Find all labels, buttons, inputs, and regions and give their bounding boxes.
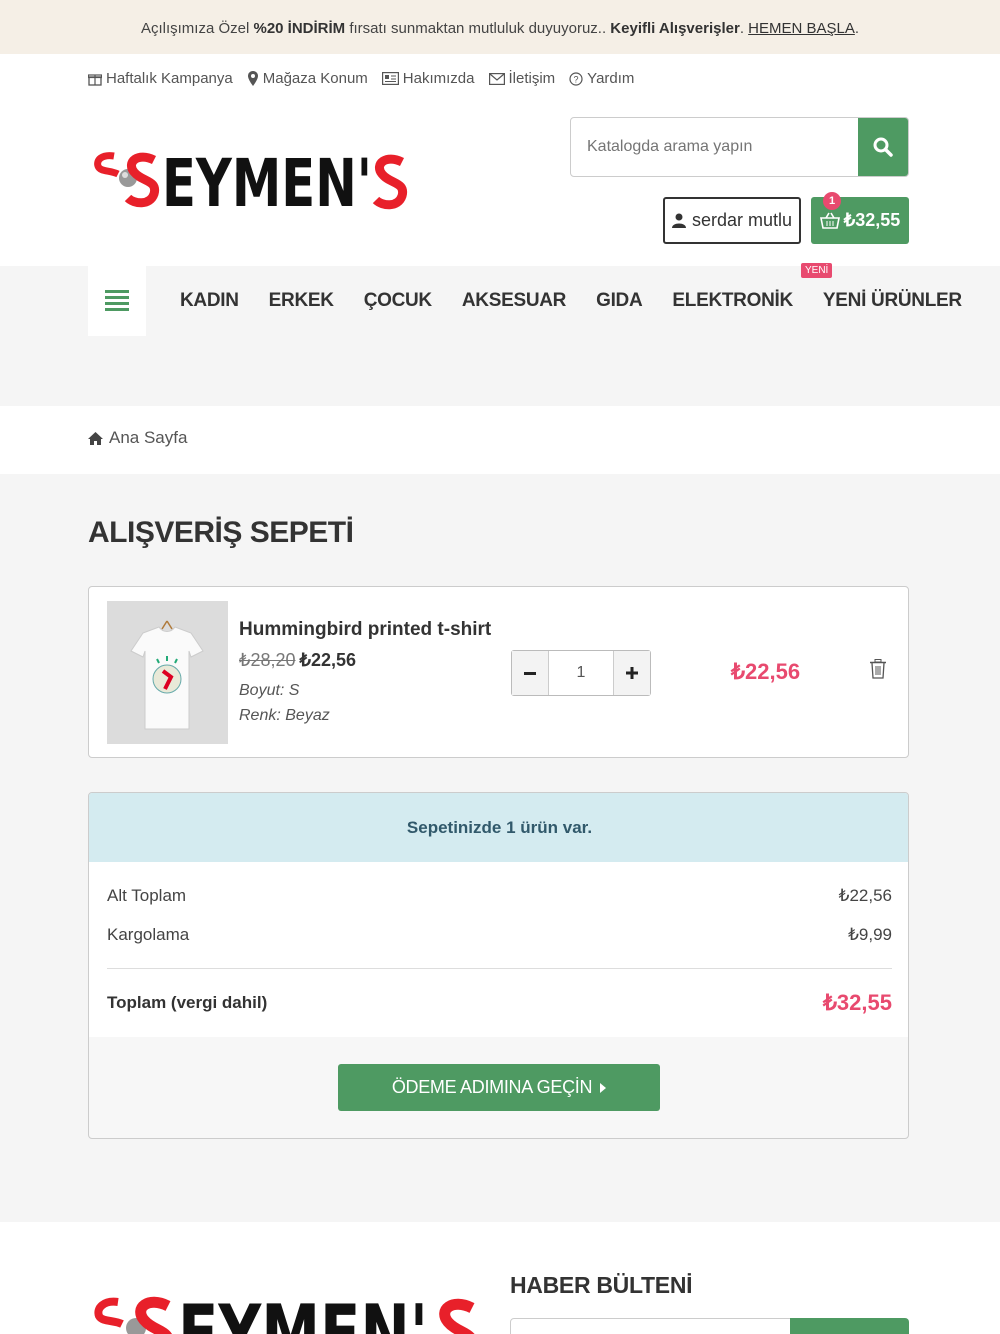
nav-item-new-products[interactable]: YENİ ÜRÜNLER [823,290,962,312]
total-value: ₺32,55 [822,990,892,1015]
toplink-label: Mağaza Konum [262,70,368,87]
product-color: Renk: Beyaz [239,707,330,724]
nav-item-kids[interactable]: ÇOCUK [364,290,432,312]
subtotal-value: ₺22,56 [838,886,892,905]
decrease-qty-button[interactable] [512,651,548,695]
user-name: serdar mutlu [691,210,793,230]
old-price: ₺28,20 [239,650,296,670]
announcement-bar: Açılışımıza Özel %20 İNDİRİM fırsatı sun… [0,0,1000,54]
gift-icon [88,73,102,86]
plus-icon [626,667,638,679]
footer-logo[interactable]: EYMEN' [92,1290,482,1334]
start-shopping-link[interactable]: HEMEN BAŞLA [748,20,855,37]
announcement-greeting: Keyifli Alışverişler [610,20,740,37]
summary-divider [107,968,892,969]
caret-right-icon [600,1082,607,1093]
newsletter-email-input[interactable] [510,1318,791,1334]
search-icon [873,137,893,157]
question-circle-icon: ? [569,71,583,86]
cart-item: Hummingbird printed t-shirt ₺28,20 ₺22,56… [88,586,909,758]
home-icon [88,431,103,445]
announcement-text-1: Açılışımıza Özel [140,20,254,37]
increase-qty-button[interactable] [614,651,650,695]
announcement-dot: . [739,20,749,37]
cart-total: ₺32,55 [843,210,901,230]
envelope-icon [488,72,505,85]
tshirt-image [107,601,228,744]
current-price: ₺22,56 [299,650,357,670]
toplink-campaign[interactable]: Haftalık Kampanya [88,70,233,87]
breadcrumb: Ana Sayfa [88,428,187,448]
announcement-end: . [854,20,860,37]
toplink-label: İletişim [508,70,556,87]
hamburger-icon [105,290,129,311]
cart-count-message: Sepetinizde 1 ürün var. [89,793,908,862]
toplink-label: Haftalık Kampanya [106,70,233,87]
breadcrumb-home-link[interactable]: Ana Sayfa [109,428,187,448]
nav-item-accessories[interactable]: AKSESUAR [462,290,567,312]
nav-item-women[interactable]: KADIN [180,290,239,312]
breadcrumb-bar: Ana Sayfa [0,406,1000,474]
nav-items: KADIN ERKEK ÇOCUK AKSESUAR GIDA ELEKTRON… [180,266,992,336]
announcement-discount: %20 İNDİRİM [253,20,346,37]
minus-icon [524,671,536,675]
search-input[interactable] [571,118,860,176]
cart-summary: Sepetinizde 1 ürün var. Alt Toplam ₺22,5… [88,792,909,1139]
menu-toggle-button[interactable] [88,266,146,336]
product-price: ₺28,20 ₺22,56 [239,650,356,671]
svg-text:?: ? [574,74,579,84]
announcement-text-2: fırsatı sunmaktan mutluluk duyuyoruz.. [345,20,611,37]
toplink-about[interactable]: Hakımızda [381,70,475,87]
subtotal-label: Alt Toplam [107,886,187,905]
new-badge: YENİ [801,263,833,278]
total-row: Toplam (vergi dahil) ₺32,55 [107,990,892,1016]
basket-icon [819,212,840,229]
shipping-value: ₺9,99 [848,925,892,944]
checkout-button[interactable]: ÖDEME ADIMINA GEÇİN [338,1064,660,1111]
shipping-row: Kargolama ₺9,99 [107,925,892,945]
trash-icon [870,659,886,679]
toplink-label: Yardım [587,70,635,87]
line-total: ₺22,56 [731,659,801,684]
toplink-help[interactable]: ? Yardım [569,70,634,87]
subtotal-row: Alt Toplam ₺22,56 [107,886,892,906]
user-account-button[interactable]: serdar mutlu [663,197,801,244]
summary-body: Alt Toplam ₺22,56 Kargolama ₺9,99 Toplam… [89,862,908,1037]
newsletter-title: HABER BÜLTENİ [510,1272,693,1298]
nav-item-food[interactable]: GIDA [596,290,643,312]
product-name-link[interactable]: Hummingbird printed t-shirt [239,619,491,641]
quantity-stepper: 1 [511,650,651,696]
seymens-footer-logo: EYMEN' [94,1290,475,1334]
product-image[interactable] [107,601,228,744]
site-header: Haftalık Kampanya Mağaza Konum Hakımızda… [0,54,1000,266]
seymens-logo: EYMEN' [94,145,408,222]
newsletter-subscribe-button[interactable] [790,1318,909,1334]
checkout-label: ÖDEME ADIMINA GEÇİN [391,1077,593,1097]
map-marker-icon [247,71,258,86]
toplink-contact[interactable]: İletişim [488,70,556,87]
nav-item-men[interactable]: ERKEK [269,290,334,312]
total-label: Toplam (vergi dahil) [107,993,268,1012]
search-box [570,117,909,177]
main-nav: KADIN ERKEK ÇOCUK AKSESUAR GIDA ELEKTRON… [0,266,1000,406]
remove-item-button[interactable] [870,659,886,684]
site-logo[interactable]: EYMEN' [92,145,412,222]
search-button[interactable] [858,118,908,176]
toplink-label: Hakımızda [402,70,475,87]
site-footer: EYMEN' HABER BÜLTENİ [0,1222,1000,1334]
svg-text:EYMEN': EYMEN' [178,1290,428,1334]
cart-count-badge: 1 [823,192,841,210]
user-icon [671,213,686,228]
toplink-store-location[interactable]: Mağaza Konum [247,70,368,87]
id-card-icon [381,72,399,85]
quantity-input[interactable]: 1 [548,651,614,695]
nav-item-electronics[interactable]: ELEKTRONİK [672,290,793,312]
product-size: Boyut: S [239,682,300,699]
page-title: ALIŞVERİŞ SEPETİ [88,516,354,549]
svg-text:EYMEN': EYMEN' [162,146,372,216]
shipping-label: Kargolama [107,925,190,944]
top-links: Haftalık Kampanya Mağaza Konum Hakımızda… [88,70,634,87]
